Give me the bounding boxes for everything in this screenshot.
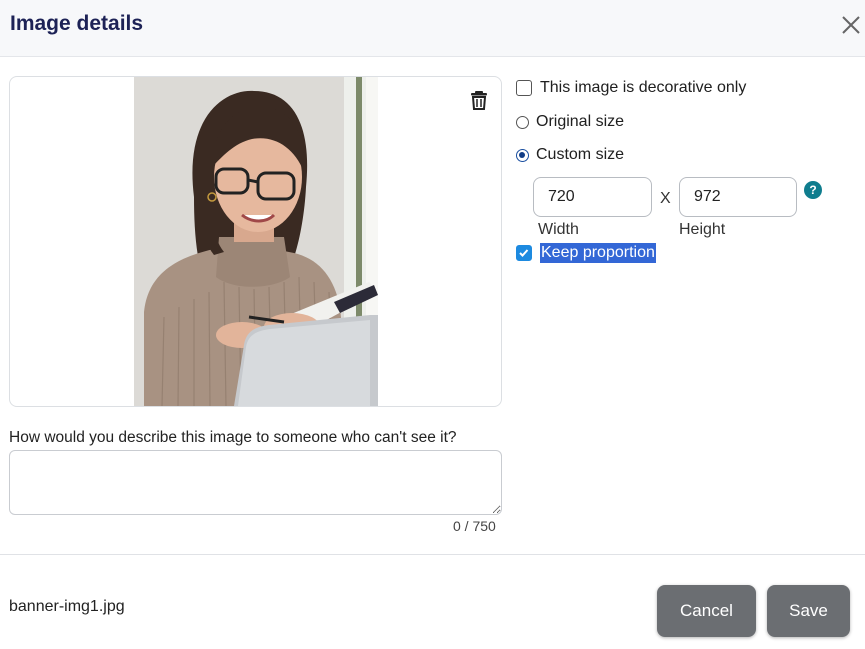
size-separator: X xyxy=(660,190,671,207)
decorative-option[interactable]: This image is decorative only xyxy=(516,79,746,97)
height-label: Height xyxy=(679,221,726,238)
width-input[interactable] xyxy=(533,177,652,217)
decorative-label: This image is decorative only xyxy=(540,79,747,96)
keep-proportion-option[interactable]: Keep proportion xyxy=(516,243,656,263)
cancel-button[interactable]: Cancel xyxy=(657,585,756,637)
description-textarea[interactable] xyxy=(9,450,502,515)
close-icon[interactable] xyxy=(838,11,864,39)
original-size-label: Original size xyxy=(536,113,625,130)
original-size-option[interactable]: Original size xyxy=(516,113,624,131)
keep-proportion-checkbox[interactable] xyxy=(516,245,532,261)
file-name: banner-img1.jpg xyxy=(9,598,125,615)
decorative-checkbox[interactable] xyxy=(516,80,532,96)
help-icon[interactable]: ? xyxy=(804,181,822,199)
custom-size-label: Custom size xyxy=(536,146,625,163)
dialog-title: Image details xyxy=(10,12,144,35)
character-counter: 0 / 750 xyxy=(453,518,496,534)
dialog-header: Image details xyxy=(0,0,865,57)
keep-proportion-label: Keep proportion xyxy=(540,243,656,263)
original-size-radio[interactable] xyxy=(516,115,529,129)
description-label: How would you describe this image to som… xyxy=(9,429,457,446)
save-button[interactable]: Save xyxy=(767,585,850,637)
preview-image xyxy=(134,77,378,406)
width-label: Width xyxy=(538,221,579,238)
footer-divider xyxy=(0,554,865,555)
custom-size-radio[interactable] xyxy=(516,148,529,162)
trash-icon[interactable] xyxy=(469,89,489,111)
custom-size-option[interactable]: Custom size xyxy=(516,146,624,164)
image-preview xyxy=(9,76,502,407)
height-input[interactable] xyxy=(679,177,797,217)
